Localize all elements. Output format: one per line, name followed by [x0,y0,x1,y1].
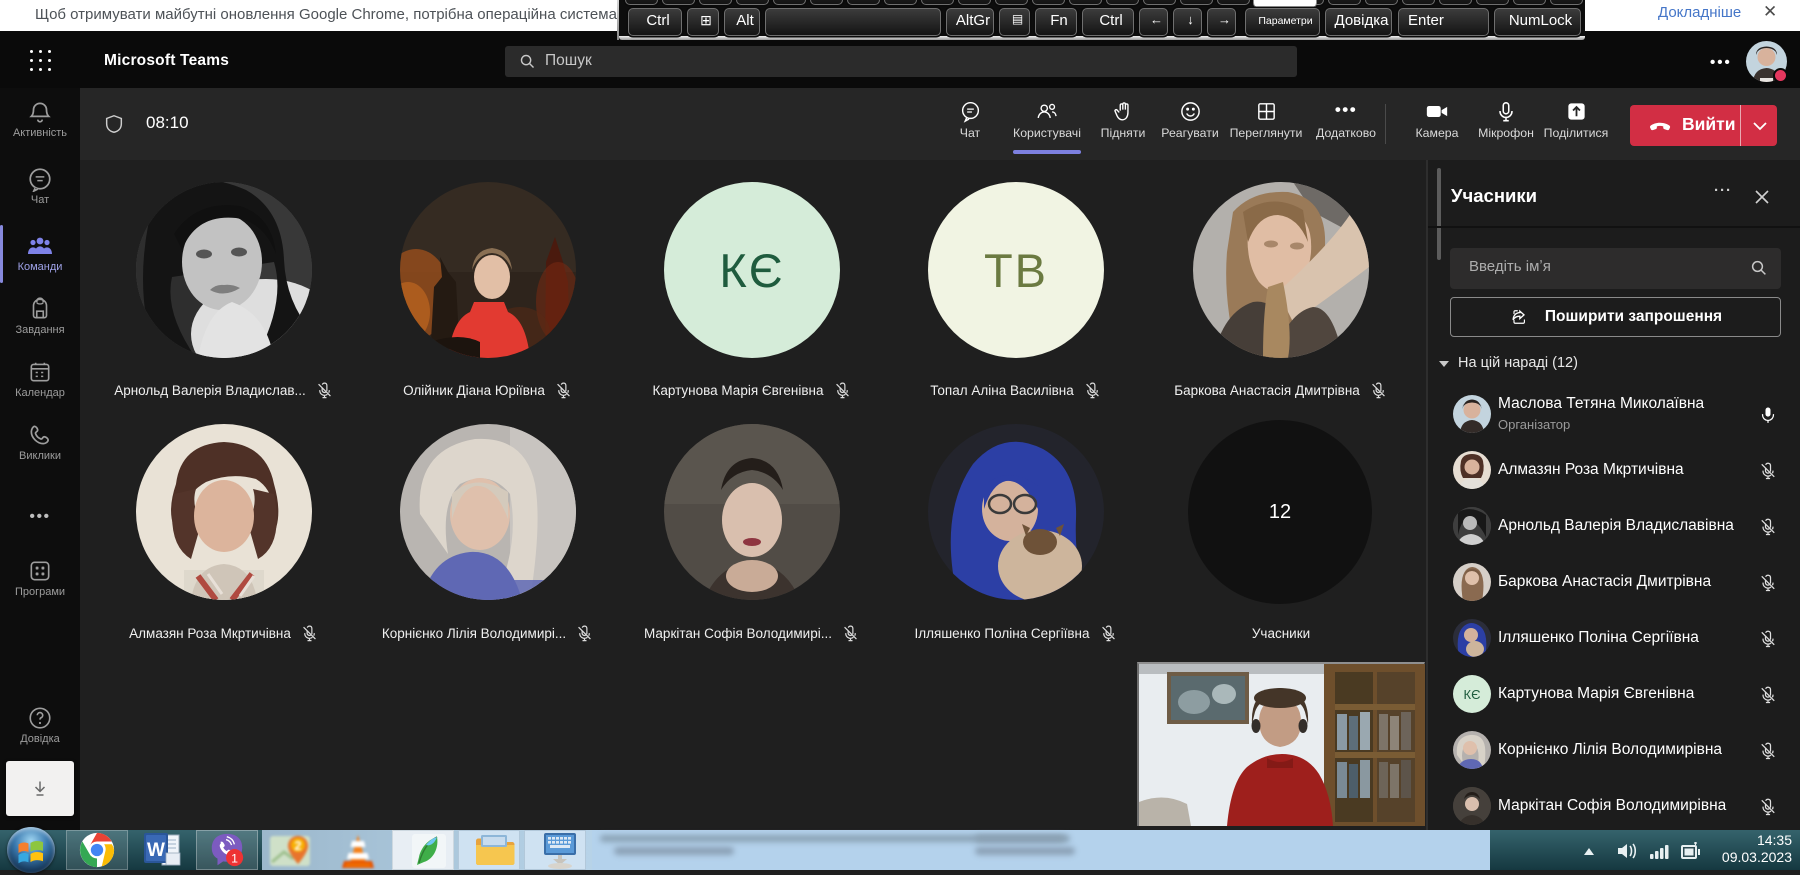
svg-text:1: 1 [231,851,238,865]
svg-text:W: W [147,840,165,861]
svg-text:2: 2 [294,838,301,853]
